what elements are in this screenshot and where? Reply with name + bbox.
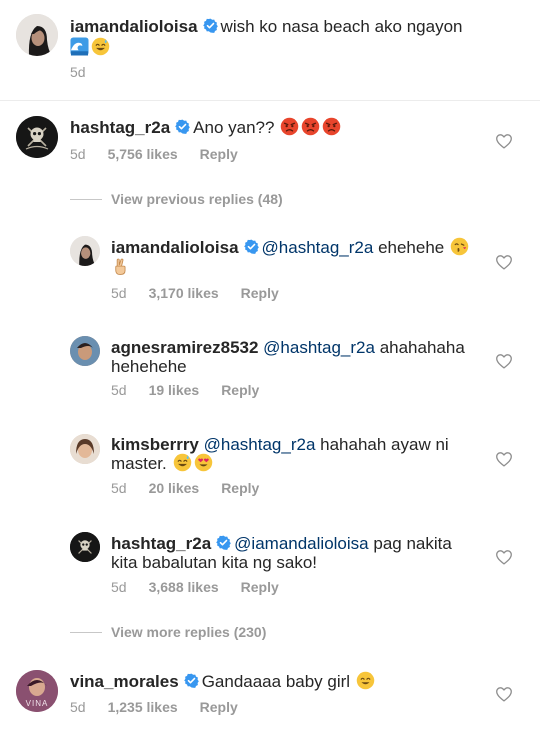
smiling-face-emoji-icon (356, 671, 375, 690)
divider (0, 100, 540, 101)
comment-time: 5d (70, 146, 86, 162)
avatar[interactable] (70, 236, 100, 266)
grinning-sweat-emoji-icon (91, 37, 110, 56)
reply-likes[interactable]: 3,170 likes (149, 285, 219, 301)
reply-likes[interactable]: 3,688 likes (149, 579, 219, 595)
user-avatar-photo (70, 236, 100, 266)
verified-badge-icon (175, 119, 190, 134)
user-avatar-photo (16, 14, 58, 56)
reply-time: 5d (111, 382, 127, 398)
avatar[interactable]: VINA (16, 670, 58, 712)
reply-username[interactable]: iamandalioloisa (111, 238, 239, 257)
reply-line: iamandalioloisa @hashtag_r2a ehehehe (111, 237, 469, 259)
heart-eyes-emoji-icon (194, 453, 213, 472)
comment-line: hashtag_r2a Ano yan?? (70, 117, 341, 139)
reply-text: ehehehe (378, 238, 445, 257)
comment-likes[interactable]: 5,756 likes (108, 146, 178, 162)
comment-likes[interactable]: 1,235 likes (108, 699, 178, 715)
reply-time: 5d (111, 579, 127, 595)
reply-likes[interactable]: 20 likes (149, 480, 200, 496)
mention-link[interactable]: @hashtag_r2a (262, 238, 374, 257)
verified-badge-icon (203, 18, 218, 33)
reply-button[interactable]: Reply (200, 146, 238, 162)
caption-time: 5d (70, 64, 86, 80)
angry-face-emoji-icon (280, 117, 299, 136)
reply-button[interactable]: Reply (200, 699, 238, 715)
verified-badge-icon (216, 535, 231, 550)
reply-username[interactable]: hashtag_r2a (111, 534, 211, 553)
reply-button[interactable]: Reply (221, 382, 259, 398)
reply-emoji-line (111, 257, 130, 279)
reply-time: 5d (111, 480, 127, 496)
comment-meta: 5d 5,756 likes Reply (70, 146, 260, 162)
reply-text-2: master. (111, 454, 167, 473)
reply-line-2: master. (111, 453, 213, 475)
skull-crest-avatar-icon (16, 116, 58, 158)
reply-button[interactable]: Reply (221, 480, 259, 496)
reply-meta: 5d 3,170 likes Reply (111, 285, 301, 301)
comment-text: Gandaaaa baby girl (201, 672, 351, 691)
comment-username[interactable]: vina_morales (70, 672, 179, 691)
like-heart-icon[interactable] (495, 254, 513, 270)
verified-badge-icon (244, 239, 259, 254)
reply-username[interactable]: kimsberrry (111, 435, 199, 454)
reply-text: hahahah ayaw ni (320, 435, 449, 454)
view-more-replies-button[interactable]: View more replies (230) (111, 624, 266, 640)
comment-line: vina_morales Gandaaaa baby girl (70, 671, 375, 693)
reply-text: pag nakita (373, 534, 452, 553)
comment-text: Ano yan?? (193, 118, 275, 137)
like-heart-icon[interactable] (495, 451, 513, 467)
comment-time: 5d (70, 699, 86, 715)
reply-button[interactable]: Reply (241, 285, 279, 301)
mention-link[interactable]: @iamandalioloisa (234, 534, 368, 553)
reply-likes[interactable]: 19 likes (149, 382, 200, 398)
reply-text: ahahahaha (379, 338, 465, 357)
reply-line-2: kita babalutan kita ng sako! (111, 553, 318, 572)
reply-meta: 5d 19 likes Reply (111, 382, 281, 398)
replies-rule (70, 199, 102, 200)
replies-rule (70, 632, 102, 633)
caption-username[interactable]: iamandalioloisa (70, 17, 198, 36)
skull-crest-avatar-icon (70, 532, 100, 562)
comment-username[interactable]: hashtag_r2a (70, 118, 170, 137)
verified-badge-icon (184, 673, 199, 688)
comment-meta: 5d 1,235 likes Reply (70, 699, 260, 715)
caption-text: wish ko nasa beach ako ngayon (220, 17, 463, 36)
reply-button[interactable]: Reply (241, 579, 279, 595)
kissing-wink-emoji-icon (450, 237, 469, 256)
mention-link[interactable]: @hashtag_r2a (263, 338, 375, 357)
peace-hand-emoji-icon (111, 257, 130, 276)
like-heart-icon[interactable] (495, 133, 513, 149)
reply-meta: 5d 3,688 likes Reply (111, 579, 301, 595)
avatar[interactable] (70, 336, 100, 366)
reply-line-2: hehehehe (111, 357, 187, 376)
avatar[interactable] (70, 532, 100, 562)
caption-line: iamandalioloisa wish ko nasa beach ako ng… (70, 16, 463, 38)
user-avatar-photo (70, 336, 100, 366)
mention-link[interactable]: @hashtag_r2a (204, 435, 316, 454)
grinning-sweat-emoji-icon (173, 453, 192, 472)
view-previous-replies-button[interactable]: View previous replies (48) (111, 191, 283, 207)
reply-username[interactable]: agnesramirez8532 (111, 338, 258, 357)
reply-time: 5d (111, 285, 127, 301)
like-heart-icon[interactable] (495, 353, 513, 369)
avatar[interactable] (16, 14, 58, 56)
caption-meta: 5d (70, 64, 108, 80)
angry-face-emoji-icon (301, 117, 320, 136)
user-avatar-photo (70, 434, 100, 464)
avatar-text: VINA (25, 699, 49, 708)
like-heart-icon[interactable] (495, 549, 513, 565)
caption-emojis (70, 37, 110, 59)
reply-meta: 5d 20 likes Reply (111, 480, 281, 496)
wave-emoji-icon (70, 37, 89, 56)
angry-face-emoji-icon (322, 117, 341, 136)
avatar[interactable] (16, 116, 58, 158)
avatar[interactable] (70, 434, 100, 464)
like-heart-icon[interactable] (495, 686, 513, 702)
